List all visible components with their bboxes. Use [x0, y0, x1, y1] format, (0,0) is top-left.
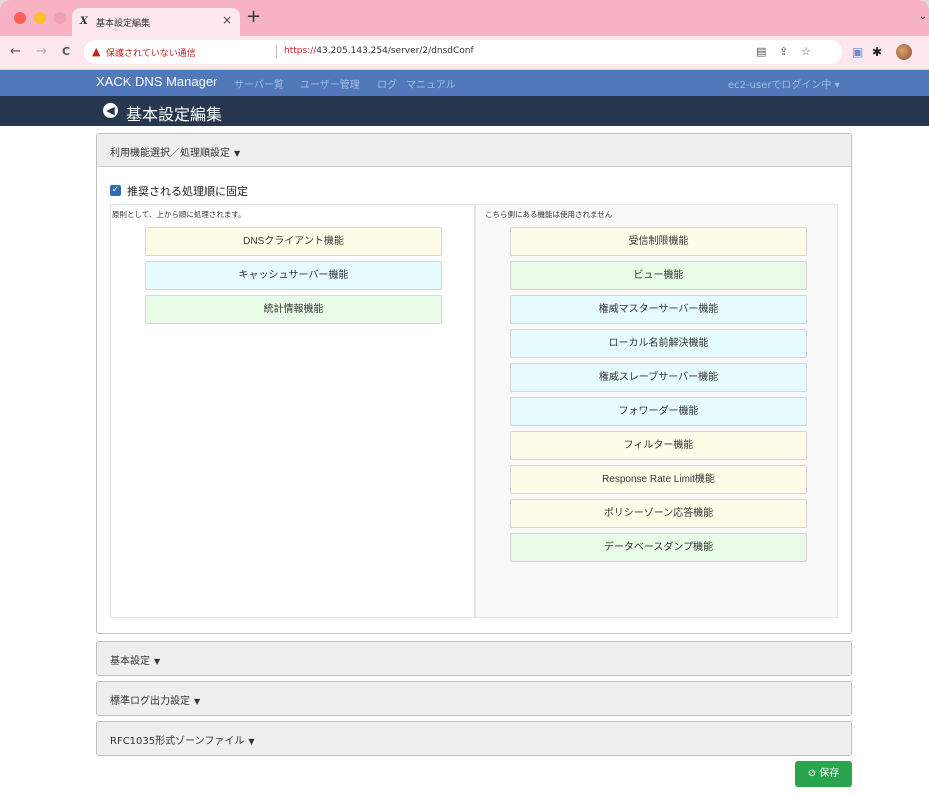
caret-down-icon: ▼ — [194, 697, 201, 706]
close-tab-icon[interactable]: × — [222, 13, 232, 27]
profile-avatar[interactable] — [896, 44, 912, 60]
zone-file-card[interactable]: RFC1035形式ゾーンファイル ▼ — [96, 721, 852, 756]
bookmark-star-icon[interactable]: ☆ — [801, 45, 811, 58]
basic-settings-header[interactable]: 基本設定 ▼ — [97, 642, 851, 675]
log-output-card[interactable]: 標準ログ出力設定 ▼ — [96, 681, 852, 716]
minimize-window-button[interactable] — [34, 12, 46, 24]
close-window-button[interactable] — [14, 12, 26, 24]
omnibox-divider — [276, 45, 277, 58]
zone-file-title: RFC1035形式ゾーンファイル ▼ — [110, 736, 255, 747]
unused-features-caption: こちら側にある機能は使用されません — [485, 210, 613, 219]
url-text[interactable]: https://43.205.143.254/server/2/dnsdConf — [284, 46, 474, 56]
reader-icon[interactable]: ▣ — [852, 45, 863, 59]
feature-item-receive-limit[interactable]: 受信制限機能 — [510, 227, 807, 256]
feature-order-header[interactable]: 利用機能選択／処理順設定 ▼ — [97, 134, 851, 167]
tab-strip: X 基本設定編集 × + ⌄ — [0, 0, 929, 36]
basic-settings-title: 基本設定 ▼ — [110, 656, 161, 667]
page-header: ◀ 基本設定編集 — [0, 96, 929, 126]
tab-title: 基本設定編集 — [96, 19, 151, 29]
nav-user-management[interactable]: ユーザー管理 — [300, 76, 360, 91]
feature-item-db-dump[interactable]: データベースダンプ機能 — [510, 533, 807, 562]
save-button[interactable]: ⊘ 保存 — [795, 761, 852, 787]
user-menu[interactable]: ec2-userでログイン中 ▾ — [728, 76, 840, 91]
feature-order-card: 利用機能選択／処理順設定 ▼ ✓ 推奨される処理順に固定 原則として、上から順に処… — [96, 133, 852, 634]
xack-favicon-icon: X — [80, 16, 88, 27]
caret-down-icon: ▼ — [234, 149, 241, 158]
unused-features-column: こちら側にある機能は使用されません 受信制限機能 ビュー機能 権威マスターサーバ… — [475, 204, 838, 618]
nav-manual[interactable]: マニュアル — [406, 76, 456, 91]
browser-window: X 基本設定編集 × + ⌄ ← → C ▲ 保護されていない通信 https:… — [0, 0, 929, 794]
forward-button[interactable]: → — [36, 45, 47, 59]
feature-item-auth-slave[interactable]: 権威スレーブサーバー機能 — [510, 363, 807, 392]
active-features-caption: 原則として、上から順に処理されます。 — [112, 210, 246, 219]
browser-toolbar: ← → C ▲ 保護されていない通信 https://43.205.143.25… — [0, 36, 929, 70]
feature-item-dns-client[interactable]: DNSクライアント機能 — [145, 227, 442, 256]
reload-button[interactable]: C — [62, 45, 70, 59]
new-tab-button[interactable]: + — [246, 8, 261, 26]
back-arrow-icon[interactable]: ◀ — [103, 103, 118, 118]
feature-item-forwarder[interactable]: フォワーダー機能 — [510, 397, 807, 426]
security-warning[interactable]: 保護されていない通信 — [106, 46, 196, 59]
feature-item-filter[interactable]: フィルター機能 — [510, 431, 807, 460]
check-circle-icon: ⊘ — [807, 768, 820, 779]
app-navbar: XACK DNS Manager サーバー覧 ユーザー管理 ログ マニュアル e… — [0, 70, 929, 96]
feature-item-policy-zone[interactable]: ポリシーゾーン応答機能 — [510, 499, 807, 528]
basic-settings-card[interactable]: 基本設定 ▼ — [96, 641, 852, 676]
share-icon[interactable]: ⇪ — [779, 45, 788, 58]
url-path: 43.205.143.254/server/2/dnsdConf — [316, 46, 474, 56]
browser-tab[interactable]: X 基本設定編集 × — [72, 8, 240, 36]
caret-down-icon: ▼ — [248, 737, 255, 746]
feature-item-cache-server[interactable]: キャッシュサーバー機能 — [145, 261, 442, 290]
fix-order-label[interactable]: 推奨される処理順に固定 — [127, 183, 248, 199]
extensions-icon[interactable]: ✱ — [872, 45, 882, 59]
zone-file-header[interactable]: RFC1035形式ゾーンファイル ▼ — [97, 722, 851, 755]
active-features-column: 原則として、上から順に処理されます。 DNSクライアント機能 キャッシュサーバー… — [110, 204, 475, 618]
feature-item-rrl[interactable]: Response Rate Limit機能 — [510, 465, 807, 494]
feature-item-local-resolve[interactable]: ローカル名前解決機能 — [510, 329, 807, 358]
nav-log[interactable]: ログ — [377, 76, 397, 91]
caret-down-icon: ▼ — [154, 657, 161, 666]
save-label: 保存 — [819, 768, 840, 779]
address-bar[interactable]: ▲ 保護されていない通信 https://43.205.143.254/serv… — [84, 40, 842, 64]
back-button[interactable]: ← — [10, 45, 21, 59]
log-output-title: 標準ログ出力設定 ▼ — [110, 696, 201, 707]
fix-order-checkbox[interactable]: ✓ — [110, 185, 121, 196]
log-output-header[interactable]: 標準ログ出力設定 ▼ — [97, 682, 851, 715]
nav-server-list[interactable]: サーバー覧 — [234, 76, 284, 91]
app-brand[interactable]: XACK DNS Manager — [96, 74, 217, 89]
feature-item-statistics[interactable]: 統計情報機能 — [145, 295, 442, 324]
page-title: 基本設定編集 — [126, 105, 223, 124]
zoom-window-button[interactable] — [54, 12, 66, 24]
feature-item-auth-master[interactable]: 権威マスターサーバー機能 — [510, 295, 807, 324]
url-scheme: https:// — [284, 46, 317, 56]
warning-icon: ▲ — [92, 45, 101, 58]
chevron-down-icon[interactable]: ⌄ — [919, 11, 927, 22]
feature-order-title: 利用機能選択／処理順設定 ▼ — [110, 148, 241, 159]
translate-icon[interactable]: ▤ — [756, 45, 766, 58]
feature-item-view[interactable]: ビュー機能 — [510, 261, 807, 290]
